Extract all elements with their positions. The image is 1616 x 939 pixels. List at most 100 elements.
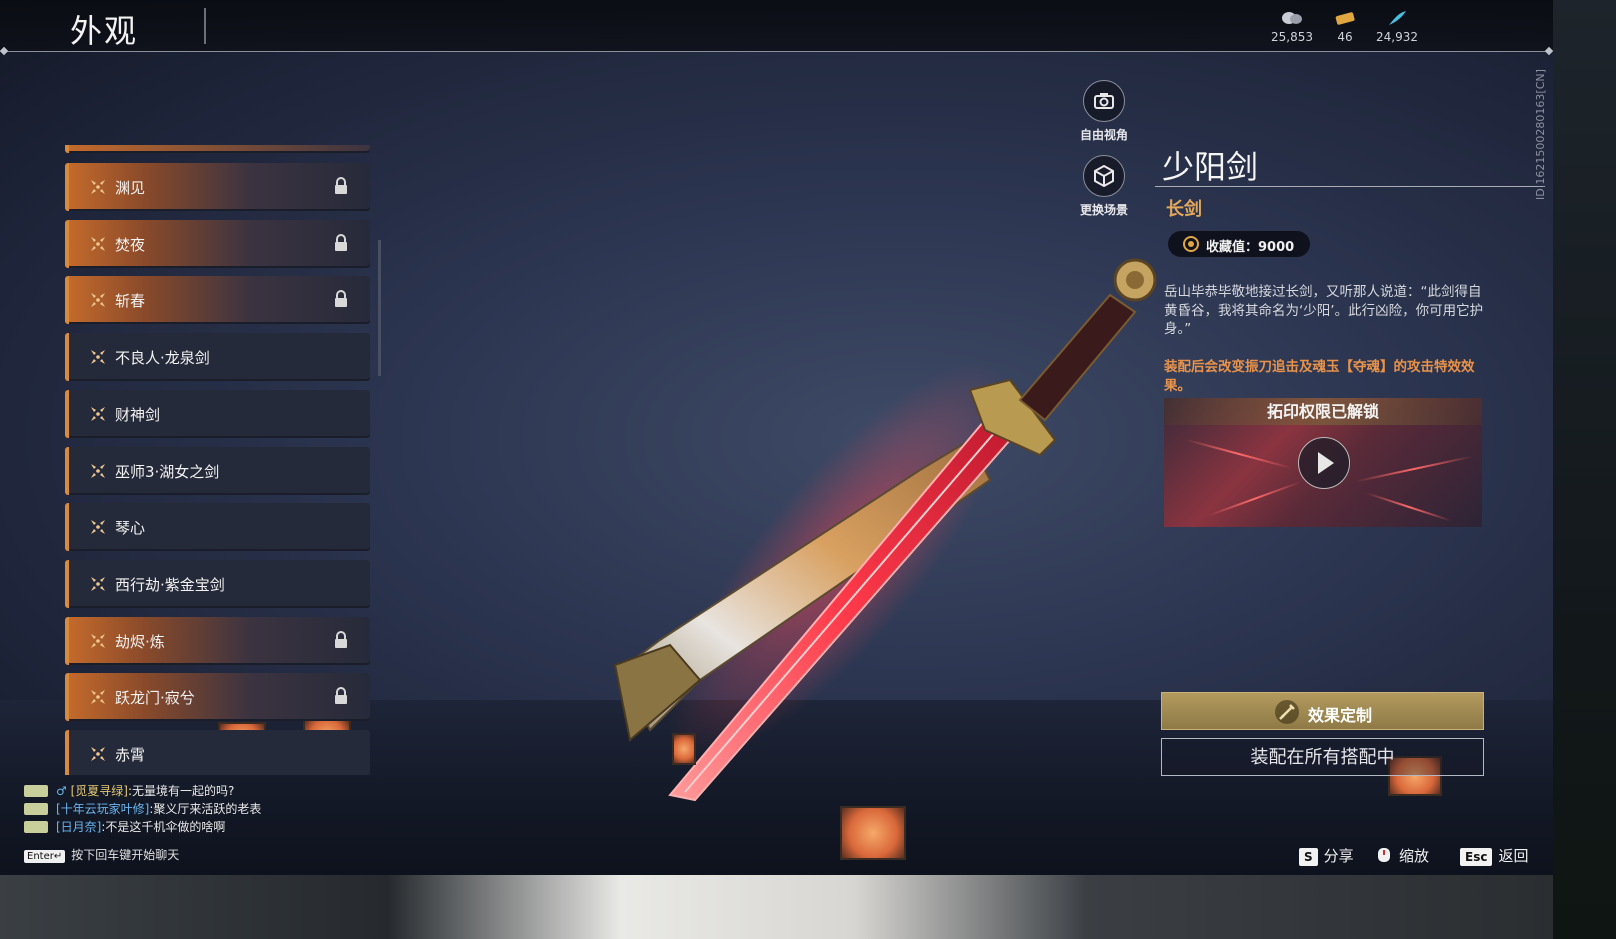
cross-sword-icon: [91, 406, 105, 421]
chat-box[interactable]: ♂ [觅夏寻绿]:无量境有一起的吗? [十年云玩家叶修]:聚义厅来活跃的老表 […: [24, 782, 324, 836]
cross-sword-icon: [91, 180, 105, 194]
item-effect: 装配后会改变振刀追击及魂玉【夺魂】的攻击特效效果。: [1164, 359, 1475, 394]
lock-icon: [335, 290, 347, 308]
free-view-label: 自由视角: [1079, 128, 1128, 142]
chat-message: :无量境有一起的吗?: [127, 784, 235, 798]
list-item[interactable]: 斩春: [65, 276, 370, 325]
list-item-label: 劫烬·炼: [115, 632, 165, 651]
free-view-button[interactable]: 自由视角: [1069, 80, 1139, 143]
chat-message: :不是这千机伞做的啥啊: [101, 820, 226, 834]
cross-sword-icon: [91, 576, 105, 591]
list-scrollbar[interactable]: [378, 240, 381, 376]
collect-value-text: 收藏值：9000: [1206, 240, 1295, 255]
coin-stack-icon: [1282, 12, 1302, 24]
chat-line: [十年云玩家叶修]:聚义厅来活跃的老表: [24, 800, 324, 818]
sword-model[interactable]: [590, 240, 1190, 810]
cross-sword-icon: [91, 236, 105, 251]
lantern: [672, 733, 696, 765]
cross-sword-icon: [91, 350, 105, 365]
list-item-label: 财神剑: [115, 405, 161, 424]
lock-icon: [335, 233, 347, 251]
currency-ticket[interactable]: 46: [1315, 8, 1375, 44]
ticket-icon: [1335, 12, 1355, 25]
list-item-label: 斩春: [115, 292, 146, 311]
currency-feather[interactable]: 24,932: [1367, 8, 1427, 44]
chat-line: [日月奈]:不是这千机伞做的啥啊: [24, 818, 324, 836]
page-title: 外观: [70, 12, 139, 50]
currency-value: 24,932: [1376, 30, 1418, 44]
share-hotkey[interactable]: S 分享: [1299, 845, 1354, 866]
change-scene-button[interactable]: 更换场景: [1069, 155, 1139, 218]
video-title: 拓印权限已解锁: [1164, 398, 1482, 425]
item-description: 岳山毕恭毕敬地接过长剑，又听那人说道：“此剑得自黄昏谷，我将其命名为‘少阳’。此…: [1164, 284, 1484, 337]
list-item[interactable]: 赤霄: [65, 730, 370, 775]
list-item-label: 西行劫·紫金宝剑: [115, 575, 225, 594]
item-name: 少阳剑: [1162, 148, 1259, 186]
play-icon[interactable]: [1298, 437, 1350, 489]
title-divider: [204, 8, 206, 44]
cross-sword-icon: [91, 633, 105, 648]
background-window-edge: [1553, 0, 1616, 939]
cross-sword-icon: [91, 690, 105, 705]
video-streak: [1206, 480, 1302, 518]
list-item[interactable]: 财神剑: [65, 389, 370, 438]
list-item-label: 不良人·龙泉剑: [115, 349, 210, 368]
currency-value: 25,853: [1271, 30, 1313, 44]
list-item[interactable]: 巫师3·湖女之剑: [65, 446, 370, 495]
currency-coin[interactable]: 25,853: [1262, 8, 1322, 44]
cube-icon: [1094, 165, 1114, 187]
list-item-partial: [65, 145, 370, 153]
spiral-icon: [1183, 236, 1199, 252]
currency-value: 46: [1337, 30, 1353, 44]
share-label: 分享: [1323, 847, 1354, 865]
cross-sword-icon: [91, 463, 105, 478]
back-label: 返回: [1498, 847, 1529, 865]
hotkey-esc: Esc: [1460, 848, 1493, 866]
lock-icon: [335, 630, 347, 648]
chat-sender[interactable]: [觅夏寻绿]: [71, 784, 128, 798]
effect-custom-label: 效果定制: [1308, 706, 1373, 725]
cross-sword-icon: [91, 293, 105, 308]
feather-icon: [1389, 11, 1406, 25]
lantern: [840, 806, 906, 860]
list-item-label: 赤霄: [115, 746, 146, 764]
list-item[interactable]: 不良人·龙泉剑: [65, 333, 370, 382]
list-item-label: 琴心: [115, 519, 146, 538]
chat-sender[interactable]: [十年云玩家叶修]: [56, 802, 149, 816]
appearance-list[interactable]: 渊见焚夜斩春不良人·龙泉剑 财神剑巫师3·湖女之剑琴心西行劫·紫金宝剑 劫烬·炼跃龙…: [65, 145, 371, 775]
preview-video[interactable]: 拓印权限已解锁: [1164, 398, 1482, 527]
list-item[interactable]: 焚夜: [65, 219, 370, 268]
lock-icon: [335, 687, 347, 705]
list-item[interactable]: 琴心: [65, 503, 370, 552]
chat-sender[interactable]: [日月奈]: [56, 820, 101, 834]
video-streak: [1365, 492, 1453, 522]
list-item[interactable]: 西行劫·紫金宝剑: [65, 559, 370, 608]
list-item[interactable]: 劫烬·炼: [65, 616, 370, 665]
mouse-icon: [1378, 848, 1390, 862]
cross-sword-icon: [91, 520, 105, 535]
list-item-label: 焚夜: [115, 235, 146, 254]
list-item[interactable]: 跃龙门·寂兮: [65, 673, 370, 722]
channel-tag: [24, 785, 48, 797]
video-streak: [1355, 455, 1473, 483]
list-item-label: 渊见: [115, 179, 146, 197]
name-underline: [1155, 186, 1545, 187]
list-item[interactable]: 渊见: [65, 163, 370, 211]
zoom-label: 缩放: [1399, 847, 1430, 865]
chat-line: ♂ [觅夏寻绿]:无量境有一起的吗?: [24, 782, 324, 800]
chat-hint-text: 按下回车键开始聊天: [71, 848, 180, 862]
list-item-label: 跃龙门·寂兮: [115, 689, 195, 708]
game-viewport: 外观 25,853 46 24,932 渊见焚夜斩春不良人·龙泉剑 财神剑巫师3·…: [0, 0, 1553, 875]
item-type: 长剑: [1166, 199, 1202, 220]
lock-icon: [335, 177, 347, 194]
enter-key: Enter↵: [24, 850, 66, 863]
camera-icon: [1094, 93, 1114, 109]
zoom-hotkey[interactable]: 缩放: [1377, 845, 1429, 866]
collect-value-badge: 收藏值：9000: [1168, 231, 1310, 257]
equip-all-button[interactable]: 装配在所有搭配中: [1161, 738, 1484, 776]
effect-custom-button[interactable]: 效果定制: [1161, 692, 1484, 730]
chat-hint[interactable]: Enter↵ 按下回车键开始聊天: [24, 846, 179, 863]
cross-sword-icon: [91, 747, 105, 761]
hotkey-s: S: [1299, 848, 1318, 866]
back-hotkey[interactable]: Esc 返回: [1460, 845, 1528, 866]
